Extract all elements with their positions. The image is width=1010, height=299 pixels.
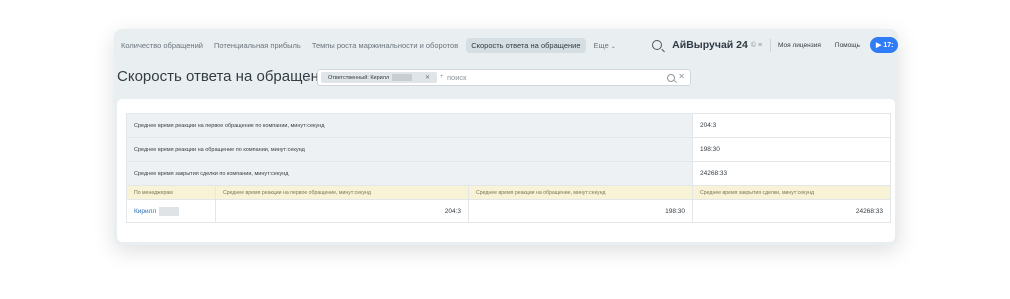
app-window: Количество обращений Потенциальная прибы… [114,29,898,245]
tab-growth-rates[interactable]: Темпы роста маржинальности и оборотов [312,41,458,50]
closing-cell: 24268:33 [692,199,892,223]
table-row: Кирилл 204:3 198:30 24268:33 [126,199,892,223]
call-button[interactable]: ▶ 17: [870,37,898,53]
manager-cell: Кирилл [126,199,216,223]
summary-row: Среднее время реакции на первое обращени… [125,113,892,138]
column-header-closing[interactable]: Среднее время закрытия сделки, минут:сек… [692,185,892,200]
link-icon[interactable]: ⚭ [305,75,312,84]
search-icon[interactable] [652,40,663,50]
more-tabs-button[interactable]: Еще ⌄ [594,41,616,50]
summary-value: 198:30 [692,137,892,162]
manager-link[interactable]: Кирилл [134,208,156,215]
summary-label: Среднее время реакции на обращение по ко… [125,137,694,162]
tab-response-speed[interactable]: Скорость ответа на обращение [466,37,586,53]
column-header-reaction[interactable]: Среднее время реакции на обращение, мину… [467,185,694,200]
report-panel: Среднее время реакции на первое обращени… [117,99,895,242]
redacted-surname [159,206,180,216]
header-tools: АйВыручай 24 © ≡ Моя лицензия Помощь ▶ 1… [652,29,898,61]
chip-close-icon[interactable]: ✕ [425,74,430,81]
summary-label: Среднее время реакции на первое обращени… [125,113,694,138]
help-button[interactable]: Помощь [831,39,864,52]
redacted-surname [392,74,413,81]
top-navigation: Количество обращений Потенциальная прибы… [114,29,898,61]
table-header-row: По менеджерам Среднее время реакции на п… [126,185,892,200]
first-reaction-cell: 204:3 [215,199,469,223]
reaction-cell: 198:30 [467,199,694,223]
filter-search-box[interactable]: Ответственный: Кирилл ✕ + поиск ✕ [317,69,691,86]
tab-requests-count[interactable]: Количество обращений [121,41,203,50]
filter-chip-label: Ответственный: Кирилл [328,74,390,81]
summary-label: Среднее время закрытия сделки по компани… [125,161,694,186]
summary-row: Среднее время закрытия сделки по компани… [125,161,892,186]
filter-chip[interactable]: Ответственный: Кирилл ✕ [321,72,437,83]
tab-potential-profit[interactable]: Потенциальная прибыль [214,41,301,50]
add-filter-button[interactable]: + [440,74,444,80]
column-header-manager[interactable]: По менеджерам [126,185,216,200]
chevron-down-icon: ⌄ [610,43,616,50]
filter-search-icon[interactable] [667,74,675,82]
summary-value: 204:3 [692,113,892,138]
brand-logo: АйВыручай 24 [672,39,748,51]
summary-value: 24268:33 [692,161,892,186]
title-row: Скорость ответа на обращение ⚭ Ответстве… [114,67,898,89]
more-label: Еще [593,40,609,50]
search-input[interactable]: поиск [447,73,466,82]
summary-row: Среднее время реакции на обращение по ко… [125,137,892,162]
brand-settings[interactable]: © ≡ [751,42,762,49]
page-title: Скорость ответа на обращение [117,68,336,85]
clear-filter-icon[interactable]: ✕ [678,73,685,81]
license-button[interactable]: Моя лицензия [770,38,825,52]
report-table: Среднее время реакции на первое обращени… [125,113,892,223]
column-header-first-reaction[interactable]: Среднее время реакции на первое обращени… [215,185,469,200]
